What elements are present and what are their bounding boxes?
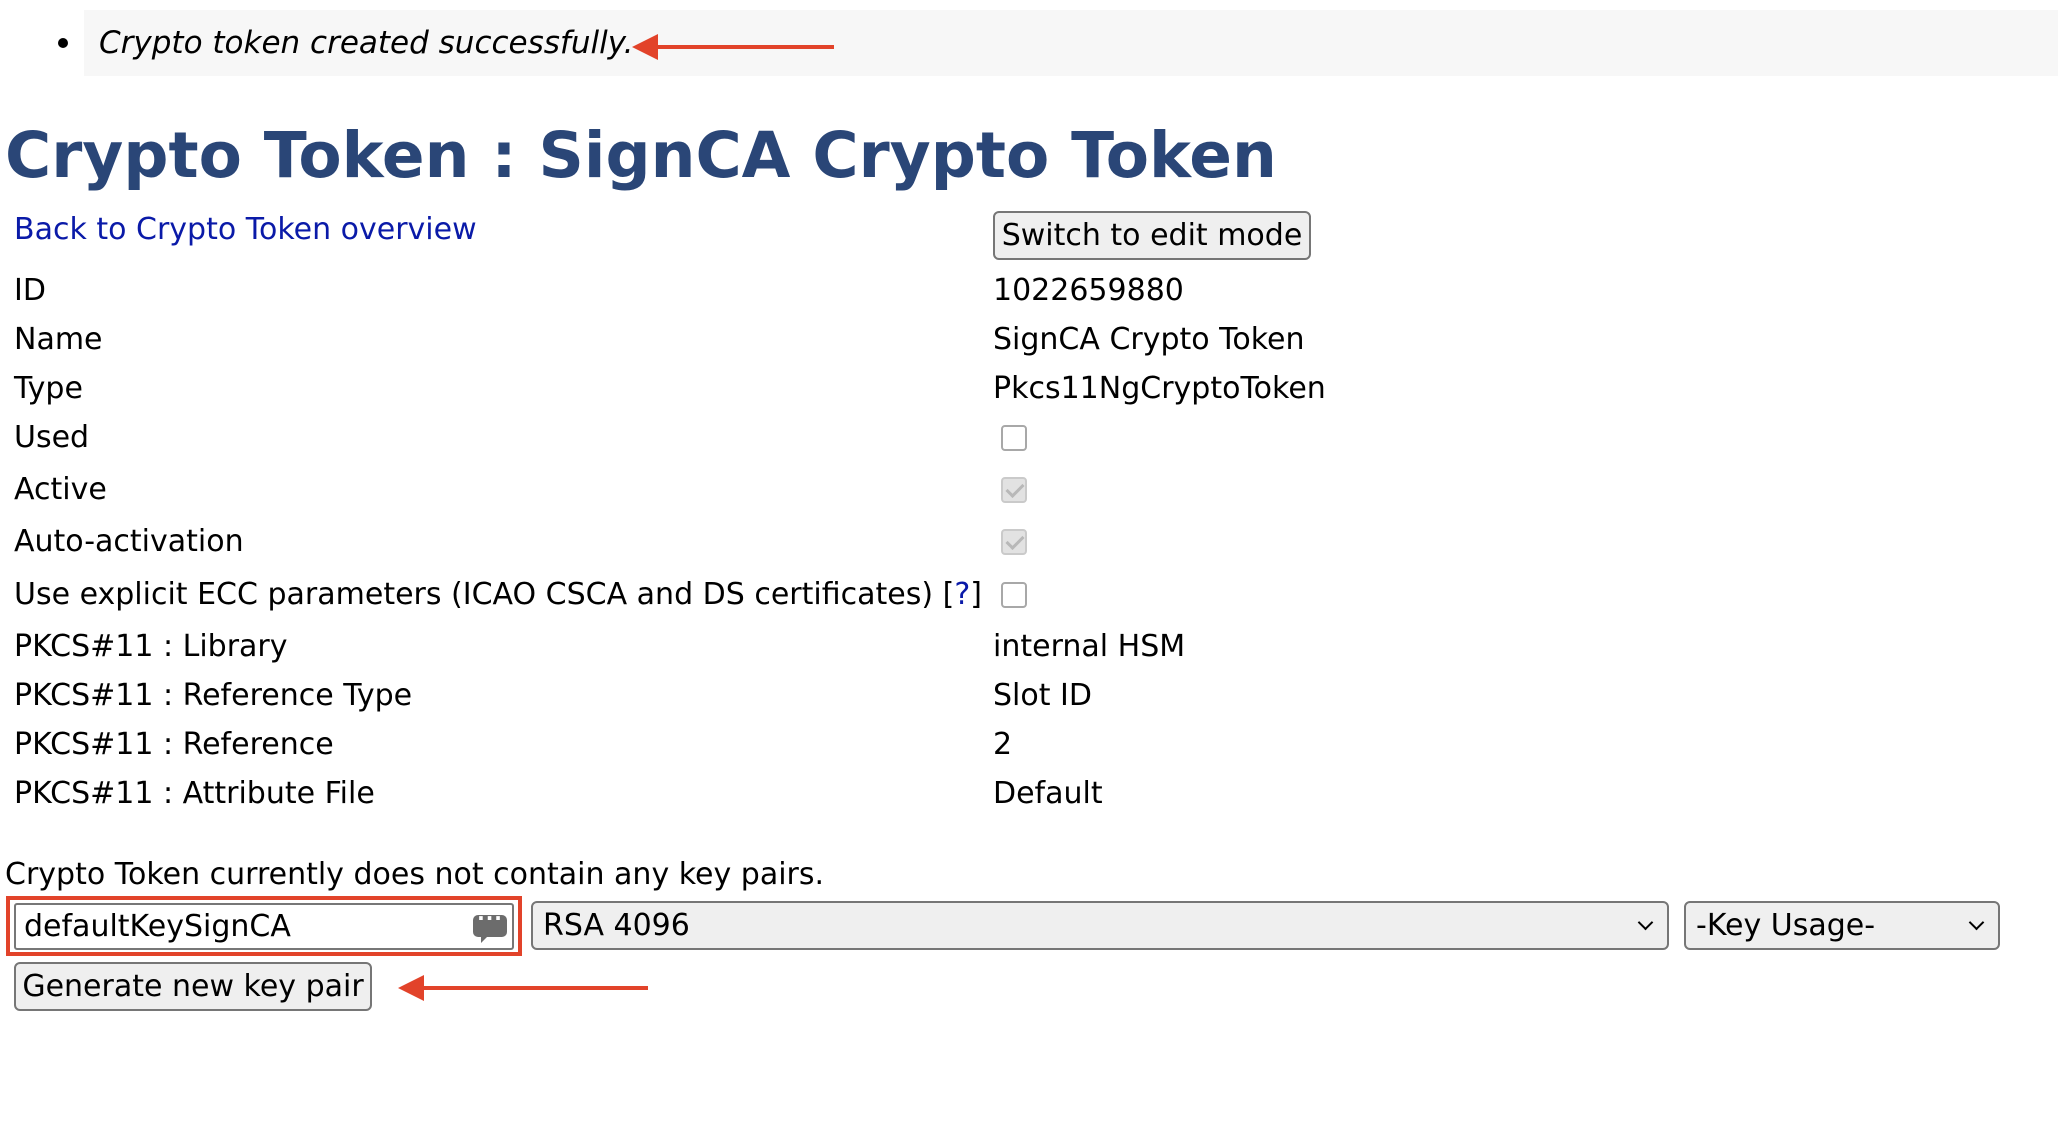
explicit-ecc-checkbox[interactable] — [1001, 582, 1027, 608]
value-type: Pkcs11NgCryptoToken — [993, 371, 1326, 406]
active-checkbox[interactable] — [1001, 477, 1027, 503]
help-bracket-close: ] — [970, 577, 982, 612]
help-bracket-open: [ — [942, 577, 955, 612]
label-pkcs11-reference-type: PKCS#11 : Reference Type — [14, 678, 413, 713]
message-bullet — [58, 38, 68, 48]
label-auto-activation: Auto-activation — [14, 524, 244, 559]
value-id: 1022659880 — [993, 273, 1184, 308]
value-pkcs11-reference: 2 — [993, 727, 1013, 762]
key-usage-value: -Key Usage- — [1696, 908, 1876, 943]
generate-key-pair-button[interactable]: Generate new key pair — [14, 962, 372, 1011]
label-explicit-ecc: Use explicit ECC parameters (ICAO CSCA a… — [14, 573, 982, 617]
used-checkbox[interactable] — [1001, 425, 1027, 451]
label-active: Active — [14, 472, 107, 507]
annotation-arrow-generate — [398, 975, 648, 1001]
comment-icon — [473, 906, 507, 943]
explicit-ecc-text: Use explicit ECC parameters (ICAO CSCA a… — [14, 577, 934, 612]
key-alias-input[interactable] — [14, 903, 514, 950]
label-pkcs11-reference: PKCS#11 : Reference — [14, 727, 334, 762]
label-pkcs11-attribute-file: PKCS#11 : Attribute File — [14, 776, 375, 811]
chevron-down-icon — [1637, 914, 1654, 931]
explicit-ecc-help-link[interactable]: ? — [954, 577, 970, 612]
switch-to-edit-mode-button[interactable]: Switch to edit mode — [993, 211, 1311, 260]
back-to-overview-link[interactable]: Back to Crypto Token overview — [14, 208, 477, 252]
value-name: SignCA Crypto Token — [993, 322, 1305, 357]
no-key-pairs-text: Crypto Token currently does not contain … — [5, 857, 825, 892]
chevron-down-icon — [1968, 914, 1985, 931]
key-algorithm-value: RSA 4096 — [543, 908, 690, 943]
label-used: Used — [14, 420, 90, 455]
label-type: Type — [14, 371, 83, 406]
page-title: Crypto Token : SignCA Crypto Token — [5, 119, 1277, 192]
key-algorithm-select[interactable]: RSA 4096 — [531, 901, 1669, 950]
auto-activation-checkbox[interactable] — [1001, 529, 1027, 555]
success-message: Crypto token created successfully. — [99, 25, 634, 61]
value-pkcs11-reference-type: Slot ID — [993, 678, 1092, 713]
annotation-arrow-message — [632, 34, 834, 60]
label-pkcs11-library: PKCS#11 : Library — [14, 629, 288, 664]
label-id: ID — [14, 273, 46, 308]
value-pkcs11-attribute-file: Default — [993, 776, 1103, 811]
crypto-token-page: Crypto token created successfully. Crypt… — [0, 0, 2058, 1136]
value-pkcs11-library: internal HSM — [993, 629, 1186, 664]
key-usage-select[interactable]: -Key Usage- — [1684, 901, 2000, 950]
label-name: Name — [14, 322, 103, 357]
